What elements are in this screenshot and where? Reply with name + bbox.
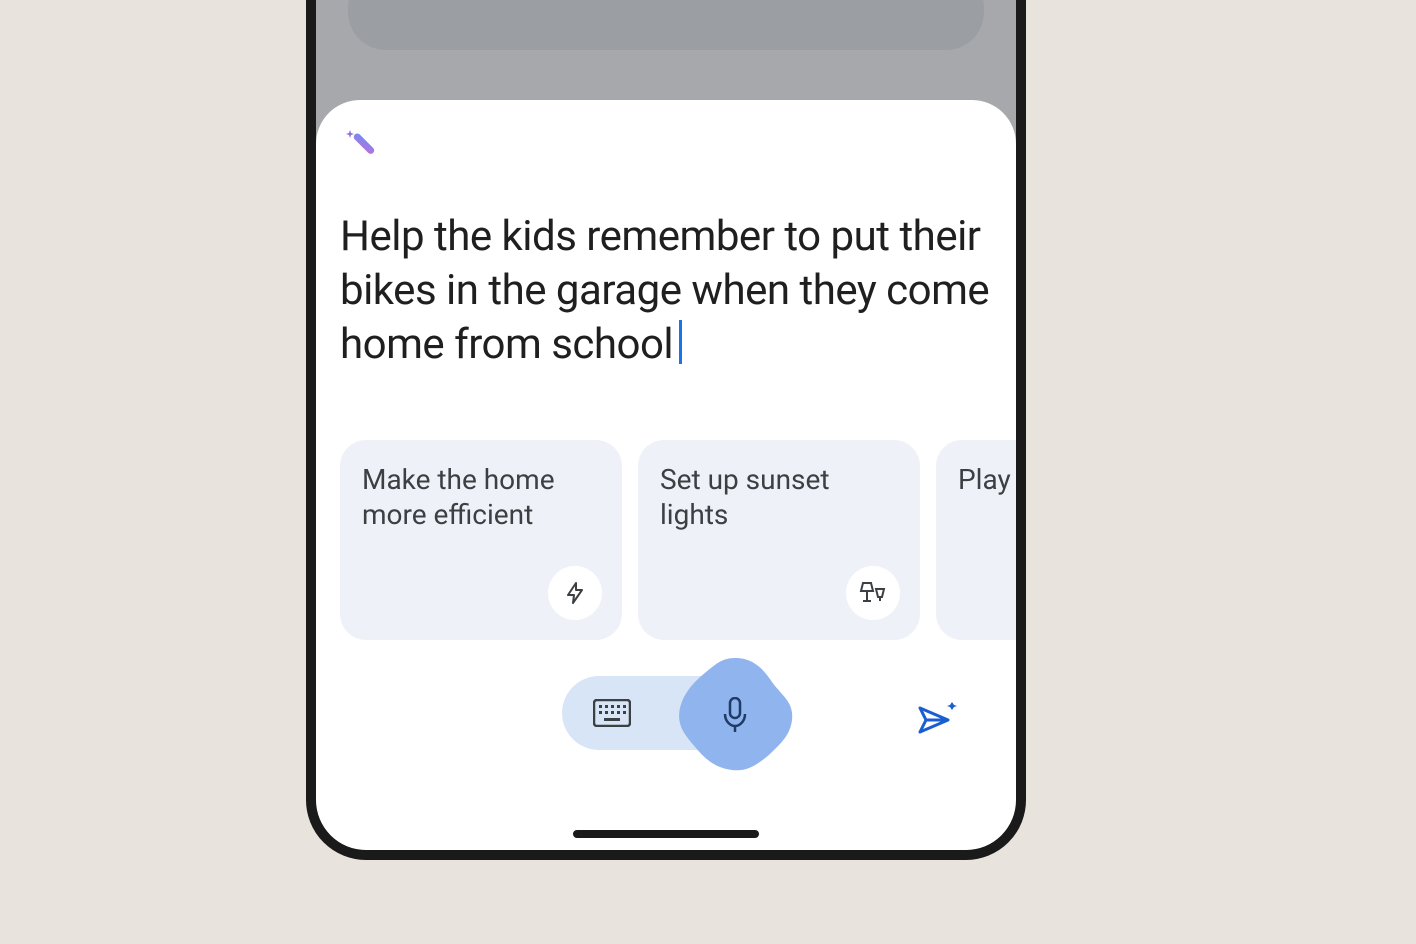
send-button[interactable] (918, 700, 960, 740)
prompt-input[interactable]: Help the kids remember to put their bike… (340, 210, 992, 371)
phone-frame: Help the kids remember to put their bike… (306, 0, 1026, 860)
text-cursor (679, 320, 682, 364)
suggestion-card-efficient[interactable]: Make the home more efficient (340, 440, 622, 640)
nav-bar-handle[interactable] (573, 830, 759, 838)
voice-button[interactable] (672, 652, 798, 778)
input-mode-pill (562, 676, 770, 750)
suggestion-card-sunset[interactable]: Set up sunset lights (638, 440, 920, 640)
suggestion-label: Play sounds when (958, 462, 1016, 497)
suggestion-label: Set up sunset lights (660, 462, 898, 532)
keyboard-button[interactable] (562, 676, 662, 750)
input-controls (316, 676, 1016, 750)
bolt-icon (548, 566, 602, 620)
suggestion-label: Make the home more efficient (362, 462, 600, 532)
suggestion-card-play[interactable]: Play sounds when (936, 440, 1016, 640)
lamp-icon (846, 566, 900, 620)
send-icon (918, 700, 960, 736)
phone-screen: Help the kids remember to put their bike… (316, 0, 1016, 850)
mic-icon (722, 697, 748, 733)
keyboard-icon (593, 699, 631, 727)
magic-wand-icon (344, 126, 380, 166)
background-chip (348, 0, 984, 50)
background-dimmed (316, 0, 1016, 110)
assistant-sheet: Help the kids remember to put their bike… (316, 100, 1016, 850)
prompt-text: Help the kids remember to put their bike… (340, 212, 989, 369)
suggestions-row[interactable]: Make the home more efficient Set up suns… (340, 440, 1016, 640)
